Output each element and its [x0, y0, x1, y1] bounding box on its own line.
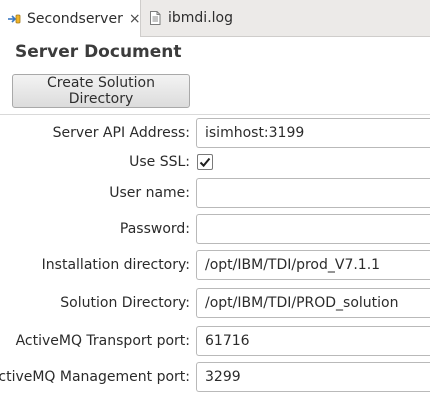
- log-file-icon: [147, 10, 163, 26]
- management-port-label: ActiveMQ Management port:: [0, 369, 190, 385]
- management-port-field[interactable]: [196, 362, 430, 392]
- server-document-icon: [6, 11, 22, 27]
- page-title: Server Document: [15, 42, 182, 62]
- transport-port-label: ActiveMQ Transport port:: [15, 333, 190, 349]
- tab-label: Secondserver: [27, 10, 123, 27]
- tab-secondserver[interactable]: Secondserver ×: [0, 0, 141, 37]
- tab-ibmdi-log[interactable]: ibmdi.log: [141, 0, 241, 36]
- solution-directory-field[interactable]: [196, 288, 430, 318]
- section-divider: [0, 114, 430, 115]
- api-address-label: Server API Address:: [52, 125, 190, 141]
- tab-label: ibmdi.log: [168, 10, 233, 26]
- form-row-transport-port: ActiveMQ Transport port:: [0, 325, 430, 357]
- user-name-label: User name:: [109, 185, 190, 201]
- close-icon[interactable]: ×: [129, 11, 141, 27]
- use-ssl-checkbox[interactable]: [197, 154, 213, 170]
- password-label: Password:: [119, 221, 190, 237]
- user-name-field[interactable]: [196, 178, 430, 208]
- form-row-solution-directory: Solution Directory:: [0, 287, 430, 319]
- checkmark-icon: [199, 157, 211, 168]
- form-row-password: Password:: [0, 213, 430, 245]
- form-row-management-port: ActiveMQ Management port:: [0, 361, 430, 393]
- create-solution-directory-button[interactable]: Create Solution Directory: [12, 74, 190, 108]
- form-row-use-ssl: Use SSL:: [0, 146, 430, 178]
- form-row-installation-directory: Installation directory:: [0, 249, 430, 281]
- editor-tab-bar: Secondserver × ibmdi.log: [0, 0, 430, 37]
- installation-directory-field[interactable]: [196, 250, 430, 280]
- installation-directory-label: Installation directory:: [41, 257, 190, 273]
- form-row-user-name: User name:: [0, 177, 430, 209]
- solution-directory-label: Solution Directory:: [60, 295, 190, 311]
- form-row-api-address: Server API Address:: [0, 117, 430, 149]
- use-ssl-label: Use SSL:: [129, 154, 190, 170]
- password-field[interactable]: [196, 214, 430, 244]
- transport-port-field[interactable]: [196, 326, 430, 356]
- api-address-field[interactable]: [196, 118, 430, 148]
